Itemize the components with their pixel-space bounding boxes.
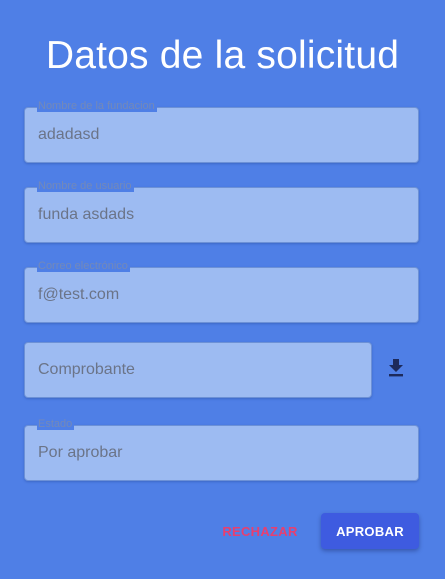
receipt-placeholder: Comprobante xyxy=(38,361,135,378)
status-field[interactable]: Estado Por aprobar xyxy=(24,418,419,481)
foundation-name-value: adadasd xyxy=(38,126,100,143)
email-field[interactable]: Correo electrónico f@test.com xyxy=(24,260,419,323)
foundation-name-field[interactable]: Nombre de la fundacion adadasd xyxy=(24,100,419,163)
receipt-field[interactable]: Comprobante xyxy=(24,342,372,398)
download-icon-glyph xyxy=(389,359,403,377)
email-value: f@test.com xyxy=(38,286,120,303)
status-value: Por aprobar xyxy=(38,444,123,461)
username-field[interactable]: Nombre de usuario funda asdads xyxy=(24,180,419,243)
approve-button[interactable]: APROBAR xyxy=(321,513,419,549)
download-icon[interactable] xyxy=(385,357,407,379)
username-value: funda asdads xyxy=(38,206,135,223)
reject-button[interactable]: RECHAZAR xyxy=(214,513,306,549)
page-title: Datos de la solicitud xyxy=(45,34,400,77)
